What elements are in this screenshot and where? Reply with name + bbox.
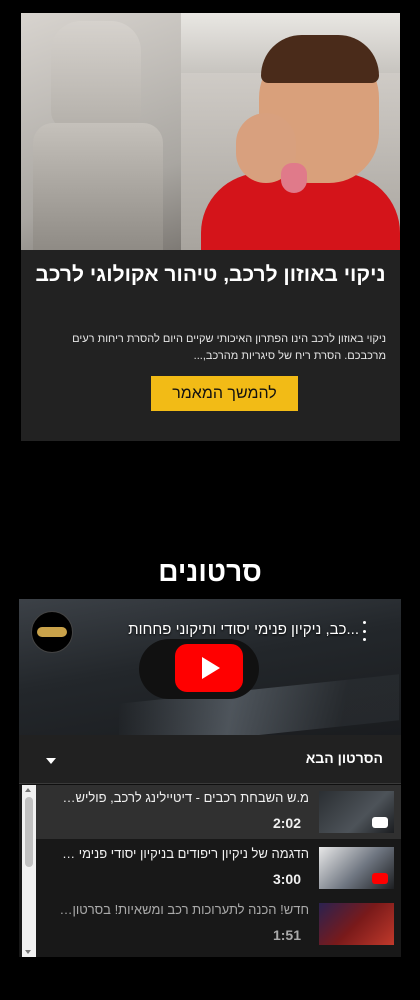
kid-tongue: [281, 163, 307, 193]
article-title[interactable]: ניקוי באוזון לרכב, טיהור אקולוגי לרכב: [31, 261, 390, 289]
kid-hair: [261, 35, 379, 83]
article-image[interactable]: [21, 13, 400, 250]
video-thumbnail: [319, 847, 394, 889]
scrollbar-thumb[interactable]: [25, 797, 33, 867]
next-video-bar[interactable]: הסרטון הבא: [19, 735, 401, 784]
playlist: מ.ש השבחת רכבים - דיטיילינג לרכב, פוליש …: [19, 785, 401, 957]
article-card: ניקוי באוזון לרכב, טיהור אקולוגי לרכב ני…: [21, 13, 400, 441]
seat-headrest: [51, 21, 141, 131]
youtube-play-icon[interactable]: [175, 644, 243, 692]
article-excerpt: ניקוי באוזון לרכב הינו הפתרון האיכותי שק…: [72, 333, 386, 362]
youtube-logo-icon: [372, 873, 388, 884]
video-thumbnail: [319, 903, 394, 945]
playlist-item-title: חדש! הכנה לתערוכות רכב ומשאיות! בסרטון .…: [59, 902, 309, 917]
chevron-down-icon[interactable]: [46, 758, 56, 764]
video-thumbnail: [319, 791, 394, 833]
kebab-menu-icon[interactable]: [357, 621, 371, 641]
playlist-item-duration: 2:02: [272, 815, 301, 831]
next-video-label: הסרטון הבא: [305, 750, 383, 766]
playlist-item-duration: 1:51: [272, 927, 301, 943]
playlist-item-title: מ.ש השבחת רכבים - דיטיילינג לרכב, פוליש …: [59, 790, 309, 805]
seat-back: [33, 123, 163, 250]
read-more-button[interactable]: להמשך המאמר: [151, 376, 298, 411]
channel-logo-icon[interactable]: [31, 611, 73, 653]
playlist-item[interactable]: מ.ש השבחת רכבים - דיטיילינג לרכב, פוליש …: [36, 785, 401, 839]
scroll-down-arrow-icon[interactable]: [25, 950, 31, 954]
playlist-item[interactable]: הדגמה של ניקיון ריפודים בניקיון יסודי פנ…: [36, 841, 401, 895]
playlist-item[interactable]: חדש! הכנה לתערוכות רכב ומשאיות! בסרטון .…: [36, 897, 401, 951]
scroll-up-arrow-icon[interactable]: [25, 788, 31, 792]
video-player: ...כב, ניקיון פנימי יסודי ותיקוני פחחות …: [19, 599, 401, 957]
playlist-item-title: הדגמה של ניקיון ריפודים בניקיון יסודי פנ…: [59, 846, 309, 861]
video-title[interactable]: ...כב, ניקיון פנימי יסודי ותיקוני פחחות: [79, 621, 359, 638]
youtube-logo-icon: [372, 817, 388, 828]
video-preview[interactable]: ...כב, ניקיון פנימי יסודי ותיקוני פחחות: [19, 599, 401, 735]
playlist-item-duration: 3:00: [272, 871, 301, 887]
videos-heading: סרטונים: [158, 556, 262, 587]
playlist-scrollbar[interactable]: [22, 785, 36, 957]
